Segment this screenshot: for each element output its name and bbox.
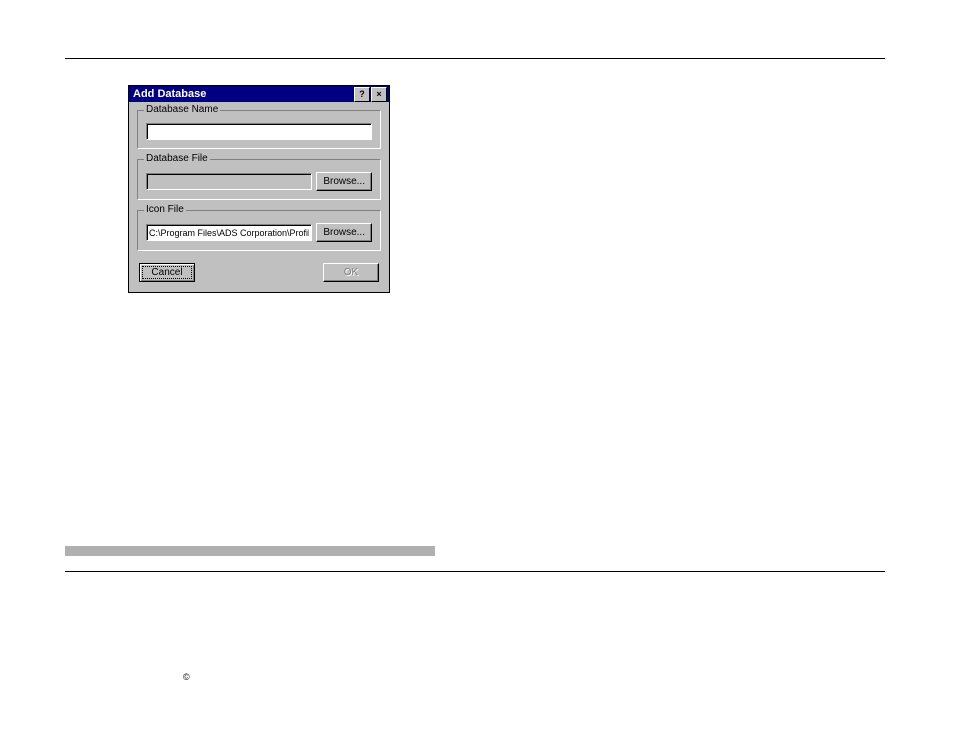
database-file-browse-button[interactable]: Browse... — [316, 172, 372, 191]
titlebar: Add Database ? × — [129, 86, 389, 102]
help-icon: ? — [359, 90, 365, 99]
dialog-body: Database Name Database File Browse... Ic… — [129, 102, 389, 292]
close-icon: × — [376, 90, 381, 99]
copyright-icon: © — [183, 672, 190, 682]
help-button[interactable]: ? — [354, 87, 370, 102]
browse-label: Browse... — [323, 227, 365, 238]
icon-file-group: Icon File Browse... — [137, 210, 381, 251]
dialog-button-row: Cancel OK — [137, 261, 381, 284]
dialog-title: Add Database — [131, 88, 353, 100]
bottom-rule — [65, 571, 885, 572]
icon-file-browse-button[interactable]: Browse... — [316, 223, 372, 242]
section-bar — [65, 546, 435, 556]
browse-label: Browse... — [323, 176, 365, 187]
cancel-label: Cancel — [151, 267, 182, 278]
icon-file-legend: Icon File — [144, 204, 186, 215]
database-file-input[interactable] — [146, 173, 312, 190]
database-name-group: Database Name — [137, 110, 381, 149]
ok-button[interactable]: OK — [323, 263, 379, 282]
top-rule — [65, 58, 885, 59]
ok-label: OK — [344, 267, 358, 278]
database-file-group: Database File Browse... — [137, 159, 381, 200]
icon-file-input[interactable] — [146, 224, 312, 241]
add-database-dialog: Add Database ? × Database Name Database … — [128, 85, 390, 293]
close-button[interactable]: × — [371, 87, 387, 102]
database-name-legend: Database Name — [144, 104, 220, 115]
database-name-input[interactable] — [146, 123, 372, 140]
database-file-legend: Database File — [144, 153, 210, 164]
cancel-button[interactable]: Cancel — [139, 263, 195, 282]
